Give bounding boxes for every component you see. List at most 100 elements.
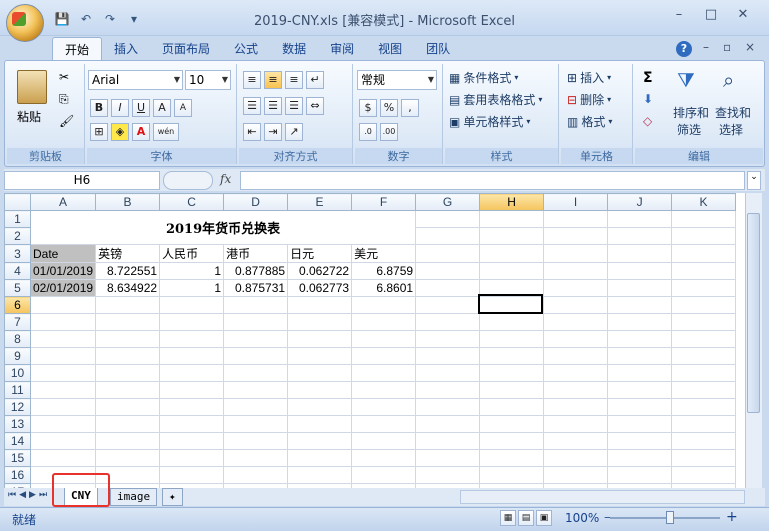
cell[interactable] xyxy=(607,279,673,297)
column-header[interactable]: A xyxy=(29,193,97,211)
vertical-scroll-thumb[interactable] xyxy=(747,213,760,413)
tab-insert[interactable]: 插入 xyxy=(102,37,150,61)
cell[interactable] xyxy=(415,262,481,280)
formula-input[interactable] xyxy=(240,171,745,190)
cell[interactable]: 6.8601 xyxy=(351,279,417,297)
orientation-icon[interactable]: ↗ xyxy=(285,123,303,141)
tab-formulas[interactable]: 公式 xyxy=(222,37,270,61)
cell[interactable]: 0.062773 xyxy=(287,279,353,297)
tab-view[interactable]: 视图 xyxy=(366,37,414,61)
format-painter-icon[interactable]: 🖌 xyxy=(59,114,74,128)
cell[interactable]: Date xyxy=(29,244,97,263)
row-header[interactable]: 8 xyxy=(4,330,31,348)
font-name-select[interactable]: Arial ▼ xyxy=(88,70,183,90)
cell[interactable] xyxy=(543,279,609,297)
tab-page-layout[interactable]: 页面布局 xyxy=(150,37,222,61)
format-as-table-button[interactable]: ▤ 套用表格格式 ▾ xyxy=(449,90,542,110)
cell[interactable] xyxy=(671,210,737,228)
wrap-text-icon[interactable]: ↵ xyxy=(306,71,324,89)
row-header[interactable]: 2 xyxy=(4,227,31,245)
fill-color-icon[interactable]: ◈ xyxy=(111,123,129,141)
select-all-corner[interactable] xyxy=(4,193,31,211)
decrease-indent-icon[interactable]: ⇤ xyxy=(243,123,261,141)
cell[interactable]: 美元 xyxy=(351,244,417,263)
row-header[interactable]: 13 xyxy=(4,415,31,433)
align-left-icon[interactable]: ☰ xyxy=(243,97,261,115)
column-header[interactable]: J xyxy=(607,193,673,211)
font-size-select[interactable]: 10 ▼ xyxy=(185,70,231,90)
cell[interactable] xyxy=(415,279,481,297)
cell[interactable]: 日元 xyxy=(287,244,353,263)
cell[interactable] xyxy=(287,296,353,314)
page-break-view-icon[interactable]: ▣ xyxy=(536,510,552,526)
row-header[interactable]: 10 xyxy=(4,364,31,382)
align-center-icon[interactable]: ☰ xyxy=(264,97,282,115)
page-layout-view-icon[interactable]: ▤ xyxy=(518,510,534,526)
normal-view-icon[interactable]: ▦ xyxy=(500,510,516,526)
cell[interactable] xyxy=(671,279,737,297)
sort-filter-icon[interactable]: ⧩ xyxy=(677,68,695,92)
cell[interactable] xyxy=(415,227,481,245)
column-header[interactable]: G xyxy=(415,193,481,211)
column-header[interactable]: F xyxy=(351,193,417,211)
percent-button[interactable]: % xyxy=(380,99,398,117)
align-middle-icon[interactable]: ≡ xyxy=(264,71,282,89)
row-header[interactable]: 12 xyxy=(4,398,31,416)
cell[interactable] xyxy=(415,244,481,263)
worksheet-grid[interactable]: A B C D E F G H I J K 1 2019年货币兑换表 2 3 D… xyxy=(4,193,745,488)
row-header[interactable]: 3 xyxy=(4,244,31,263)
cell[interactable] xyxy=(95,296,161,314)
zoom-slider-thumb[interactable] xyxy=(666,511,674,524)
align-top-icon[interactable]: ≡ xyxy=(243,71,261,89)
number-format-select[interactable]: 常规 ▼ xyxy=(357,70,437,90)
find-select-icon[interactable]: ⌕ xyxy=(723,68,734,92)
copy-icon[interactable]: ⎘ xyxy=(59,92,69,107)
ribbon-minimize-icon[interactable]: – xyxy=(703,40,709,54)
cell[interactable]: 1 xyxy=(159,279,225,297)
cell[interactable]: 6.8759 xyxy=(351,262,417,280)
cell[interactable] xyxy=(671,227,737,245)
align-bottom-icon[interactable]: ≡ xyxy=(285,71,303,89)
cell[interactable]: 0.877885 xyxy=(223,262,289,280)
cell[interactable] xyxy=(543,244,609,263)
format-cells-button[interactable]: ▥ 格式 ▾ xyxy=(567,112,612,132)
row-header[interactable]: 1 xyxy=(4,210,31,228)
row-header[interactable]: 11 xyxy=(4,381,31,399)
cell[interactable] xyxy=(671,244,737,263)
cut-icon[interactable]: ✂ xyxy=(59,70,69,84)
clear-icon[interactable]: ◇ xyxy=(643,114,652,128)
decrease-decimal-icon[interactable]: .00 xyxy=(380,123,398,141)
cell[interactable]: 0.875731 xyxy=(223,279,289,297)
increase-indent-icon[interactable]: ⇥ xyxy=(264,123,282,141)
shrink-font-button[interactable]: A xyxy=(174,99,192,117)
cell[interactable] xyxy=(479,244,545,263)
cell[interactable] xyxy=(543,210,609,228)
row-header[interactable]: 14 xyxy=(4,432,31,450)
border-icon[interactable]: ⊞ xyxy=(90,123,108,141)
cell[interactable] xyxy=(479,210,545,228)
cell[interactable]: 港币 xyxy=(223,244,289,263)
insert-sheet-icon[interactable]: ✦ xyxy=(162,488,183,506)
find-select-label-1[interactable]: 查找和 xyxy=(715,104,751,121)
underline-button[interactable]: U xyxy=(132,99,150,117)
row-header[interactable]: 7 xyxy=(4,313,31,331)
cell[interactable]: 8.722551 xyxy=(95,262,161,280)
merge-center-icon[interactable]: ⇔ xyxy=(306,97,324,115)
zoom-slider[interactable] xyxy=(610,517,720,519)
tab-team[interactable]: 团队 xyxy=(414,37,462,61)
row-header[interactable]: 15 xyxy=(4,449,31,467)
tab-review[interactable]: 审阅 xyxy=(318,37,366,61)
zoom-level[interactable]: 100% xyxy=(565,511,599,525)
cell[interactable]: 人民币 xyxy=(159,244,225,263)
cell[interactable] xyxy=(543,262,609,280)
cell[interactable] xyxy=(671,262,737,280)
cell[interactable] xyxy=(607,227,673,245)
row-header[interactable]: 9 xyxy=(4,347,31,365)
cell[interactable] xyxy=(607,244,673,263)
cell[interactable] xyxy=(543,296,609,314)
align-right-icon[interactable]: ☰ xyxy=(285,97,303,115)
cell[interactable] xyxy=(29,296,97,314)
cell[interactable]: 02/01/2019 xyxy=(29,279,97,297)
comma-button[interactable]: , xyxy=(401,99,419,117)
font-color-icon[interactable]: A xyxy=(132,123,150,141)
